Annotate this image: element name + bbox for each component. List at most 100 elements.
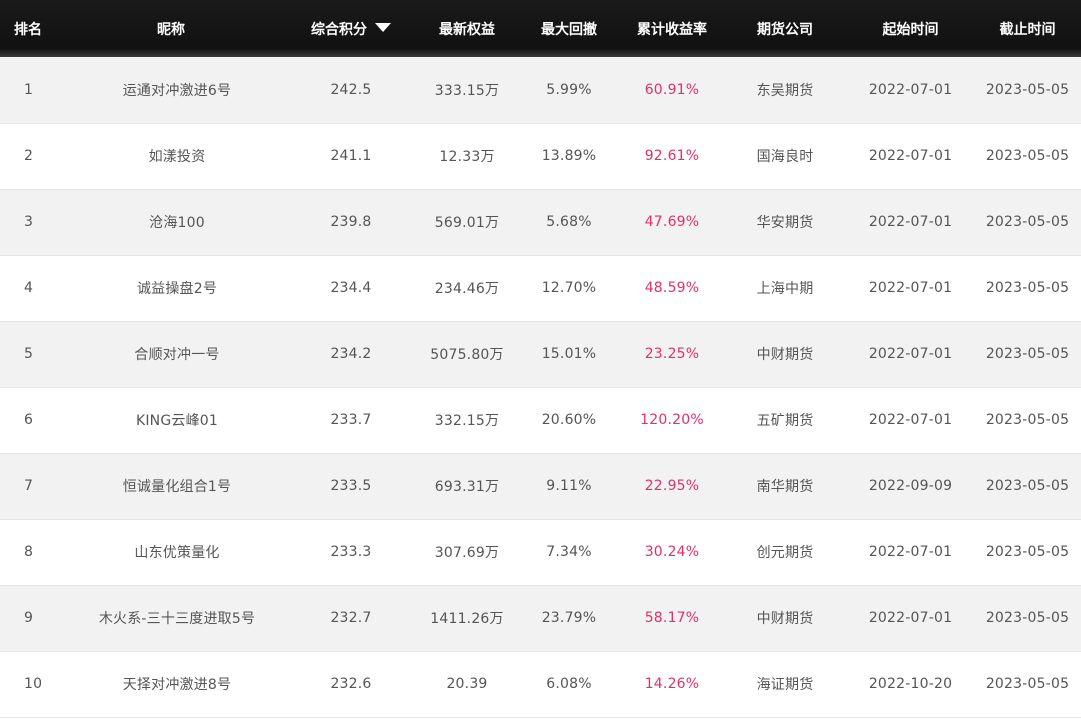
nickname-cell[interactable]: 运通对冲激进6号 <box>57 57 285 123</box>
ranking-table: 排名 昵称 综合积分 最新权益 最大回撤 累计收益率 期货公司 起始时间 截止时… <box>0 0 1081 718</box>
cumulative-return-cell: 120.20% <box>640 412 704 428</box>
header-futures-company-label: 期货公司 <box>757 21 813 38</box>
score-cell: 233.3 <box>330 544 372 560</box>
header-score-label: 综合积分 <box>311 21 367 38</box>
futures-company-cell: 国海良时 <box>756 149 814 165</box>
nickname-cell[interactable]: 如漾投资 <box>57 123 285 189</box>
table-header: 排名 昵称 综合积分 最新权益 最大回撤 累计收益率 期货公司 起始时间 截止时… <box>0 0 1081 57</box>
score-cell: 233.7 <box>330 412 372 428</box>
nickname-cell[interactable]: 诚益操盘2号 <box>57 255 285 321</box>
header-row: 排名 昵称 综合积分 最新权益 最大回撤 累计收益率 期货公司 起始时间 截止时… <box>0 0 1081 57</box>
start-date-cell: 2022-07-01 <box>868 544 953 560</box>
latest-equity-cell: 693.31万 <box>434 479 500 495</box>
header-nickname-label: 昵称 <box>157 21 185 38</box>
rank-cell: 5 <box>24 346 34 362</box>
sort-down-icon[interactable] <box>375 22 391 32</box>
header-cumulative-return[interactable]: 累计收益率 <box>621 0 723 57</box>
table-row[interactable]: 2 如漾投资 241.1 12.33万 13.89% 92.61% 国海良时 2… <box>0 123 1081 189</box>
score-cell: 242.5 <box>330 81 372 98</box>
futures-company-cell: 海证期货 <box>756 677 814 693</box>
start-date-cell: 2022-10-20 <box>868 676 953 692</box>
score-cell: 234.2 <box>330 346 372 362</box>
score-cell: 232.6 <box>330 676 372 692</box>
futures-company-cell: 中财期货 <box>756 347 814 363</box>
start-date-cell: 2022-09-09 <box>868 478 953 494</box>
start-date-cell: 2022-07-01 <box>868 81 953 98</box>
nickname-cell[interactable]: 山东优策量化 <box>57 519 285 585</box>
header-max-drawdown[interactable]: 最大回撤 <box>517 0 621 57</box>
latest-equity-cell: 5075.80万 <box>430 347 504 363</box>
end-date-cell: 2023-05-05 <box>985 676 1070 692</box>
max-drawdown-cell: 20.60% <box>541 412 597 428</box>
nickname-cell[interactable]: 天择对冲激进8号 <box>57 651 285 717</box>
header-rank[interactable]: 排名 <box>0 0 57 57</box>
latest-equity-cell: 12.33万 <box>439 149 495 165</box>
score-cell: 234.4 <box>330 280 372 296</box>
header-rank-label: 排名 <box>14 21 42 38</box>
cumulative-return-cell: 92.61% <box>644 148 700 164</box>
table-row[interactable]: 6 KING云峰01 233.7 332.15万 20.60% 120.20% … <box>0 387 1081 453</box>
header-nickname[interactable]: 昵称 <box>57 0 285 57</box>
end-date-cell: 2023-05-05 <box>985 81 1070 98</box>
header-max-drawdown-label: 最大回撤 <box>541 21 597 38</box>
header-end-date-label: 截止时间 <box>999 21 1056 38</box>
header-latest-equity[interactable]: 最新权益 <box>417 0 517 57</box>
futures-company-cell: 南华期货 <box>756 479 814 495</box>
table-row[interactable]: 1 运通对冲激进6号 242.5 333.15万 5.99% 60.91% 东吴… <box>0 57 1081 123</box>
score-cell: 233.5 <box>330 478 372 494</box>
futures-company-cell: 东吴期货 <box>756 82 814 99</box>
table-row[interactable]: 4 诚益操盘2号 234.4 234.46万 12.70% 48.59% 上海中… <box>0 255 1081 321</box>
nickname-cell[interactable]: 合顺对冲一号 <box>57 321 285 387</box>
nickname-cell[interactable]: 沧海100 <box>57 189 285 255</box>
nickname-cell[interactable]: 恒诚量化组合1号 <box>57 453 285 519</box>
latest-equity-cell: 307.69万 <box>434 545 500 561</box>
rank-cell: 3 <box>24 214 34 230</box>
rank-cell: 1 <box>24 81 34 98</box>
cumulative-return-cell: 23.25% <box>644 346 700 362</box>
table-row[interactable]: 9 木火系-三十三度进取5号 232.7 1411.26万 23.79% 58.… <box>0 585 1081 651</box>
max-drawdown-cell: 15.01% <box>541 346 597 362</box>
table-row[interactable]: 7 恒诚量化组合1号 233.5 693.31万 9.11% 22.95% 南华… <box>0 453 1081 519</box>
rank-cell: 4 <box>24 280 34 296</box>
table-row[interactable]: 8 山东优策量化 233.3 307.69万 7.34% 30.24% 创元期货… <box>0 519 1081 585</box>
start-date-cell: 2022-07-01 <box>868 346 953 362</box>
latest-equity-cell: 332.15万 <box>434 413 500 429</box>
header-cumulative-return-label: 累计收益率 <box>637 21 707 38</box>
latest-equity-cell: 1411.26万 <box>430 611 504 627</box>
latest-equity-cell: 20.39 <box>446 676 488 692</box>
max-drawdown-cell: 12.70% <box>541 280 597 296</box>
rank-cell: 9 <box>24 610 34 626</box>
header-futures-company[interactable]: 期货公司 <box>723 0 847 57</box>
start-date-cell: 2022-07-01 <box>868 610 953 626</box>
header-score[interactable]: 综合积分 <box>285 0 417 57</box>
max-drawdown-cell: 9.11% <box>546 478 592 494</box>
table-row[interactable]: 3 沧海100 239.8 569.01万 5.68% 47.69% 华安期货 … <box>0 189 1081 255</box>
end-date-cell: 2023-05-05 <box>985 214 1070 230</box>
latest-equity-cell: 569.01万 <box>434 215 500 231</box>
max-drawdown-cell: 5.68% <box>546 214 592 230</box>
header-start-date-label: 起始时间 <box>882 21 939 38</box>
futures-company-cell: 五矿期货 <box>756 413 814 429</box>
nickname-cell[interactable]: 木火系-三十三度进取5号 <box>57 585 285 651</box>
start-date-cell: 2022-07-01 <box>868 280 953 296</box>
end-date-cell: 2023-05-05 <box>985 412 1070 428</box>
rank-cell: 6 <box>24 412 34 428</box>
header-start-date[interactable]: 起始时间 <box>847 0 974 57</box>
nickname-cell[interactable]: KING云峰01 <box>57 387 285 453</box>
end-date-cell: 2023-05-05 <box>985 610 1070 626</box>
max-drawdown-cell: 7.34% <box>546 544 592 560</box>
futures-company-cell: 中财期货 <box>756 611 814 627</box>
rank-cell: 10 <box>24 676 43 692</box>
table-row[interactable]: 5 合顺对冲一号 234.2 5075.80万 15.01% 23.25% 中财… <box>0 321 1081 387</box>
cumulative-return-cell: 22.95% <box>644 478 700 494</box>
end-date-cell: 2023-05-05 <box>985 478 1070 494</box>
cumulative-return-cell: 30.24% <box>644 544 700 560</box>
table-body: 1 运通对冲激进6号 242.5 333.15万 5.99% 60.91% 东吴… <box>0 57 1081 717</box>
table-row[interactable]: 10 天择对冲激进8号 232.6 20.39 6.08% 14.26% 海证期… <box>0 651 1081 717</box>
end-date-cell: 2023-05-05 <box>985 280 1070 296</box>
start-date-cell: 2022-07-01 <box>868 148 953 164</box>
futures-company-cell: 华安期货 <box>756 215 814 231</box>
cumulative-return-cell: 60.91% <box>644 81 700 98</box>
header-end-date[interactable]: 截止时间 <box>974 0 1081 57</box>
end-date-cell: 2023-05-05 <box>985 346 1070 362</box>
